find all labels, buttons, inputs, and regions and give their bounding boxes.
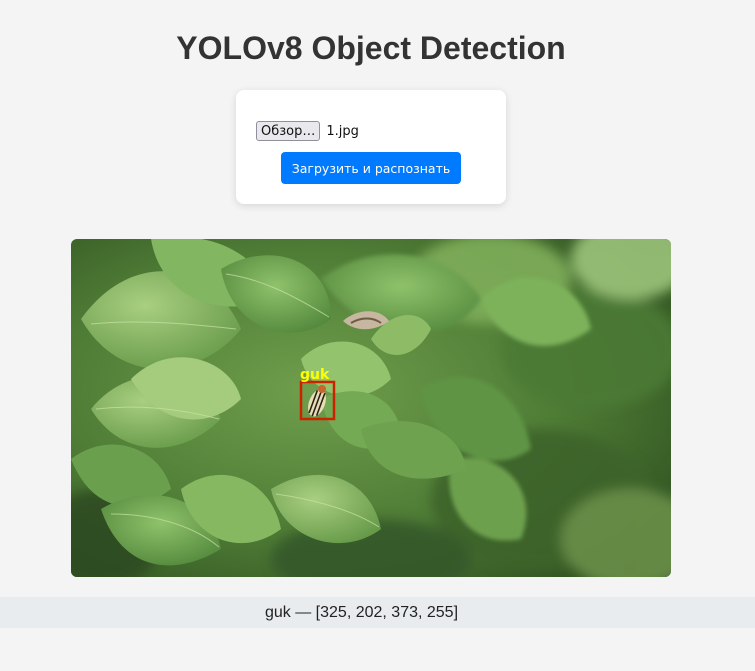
selected-file-name: 1.jpg [326,123,359,139]
file-input[interactable]: Обзор… 1.jpg [256,121,359,141]
result-photo: guk [71,239,671,577]
page: YOLOv8 Object Detection Обзор… 1.jpg Заг… [0,0,755,671]
detection-item: guk — [325, 202, 373, 255] [264,603,459,621]
browse-button[interactable]: Обзор… [256,121,321,141]
detection-label: guk [300,367,330,383]
detections-list: guk — [325, 202, 373, 255] [0,597,755,628]
upload-detect-button[interactable]: Загрузить и распознать [281,152,461,184]
detection-result-image: guk [71,239,671,577]
upload-form: Обзор… 1.jpg Загрузить и распознать [236,90,506,204]
page-title: YOLOv8 Object Detection [176,30,566,66]
